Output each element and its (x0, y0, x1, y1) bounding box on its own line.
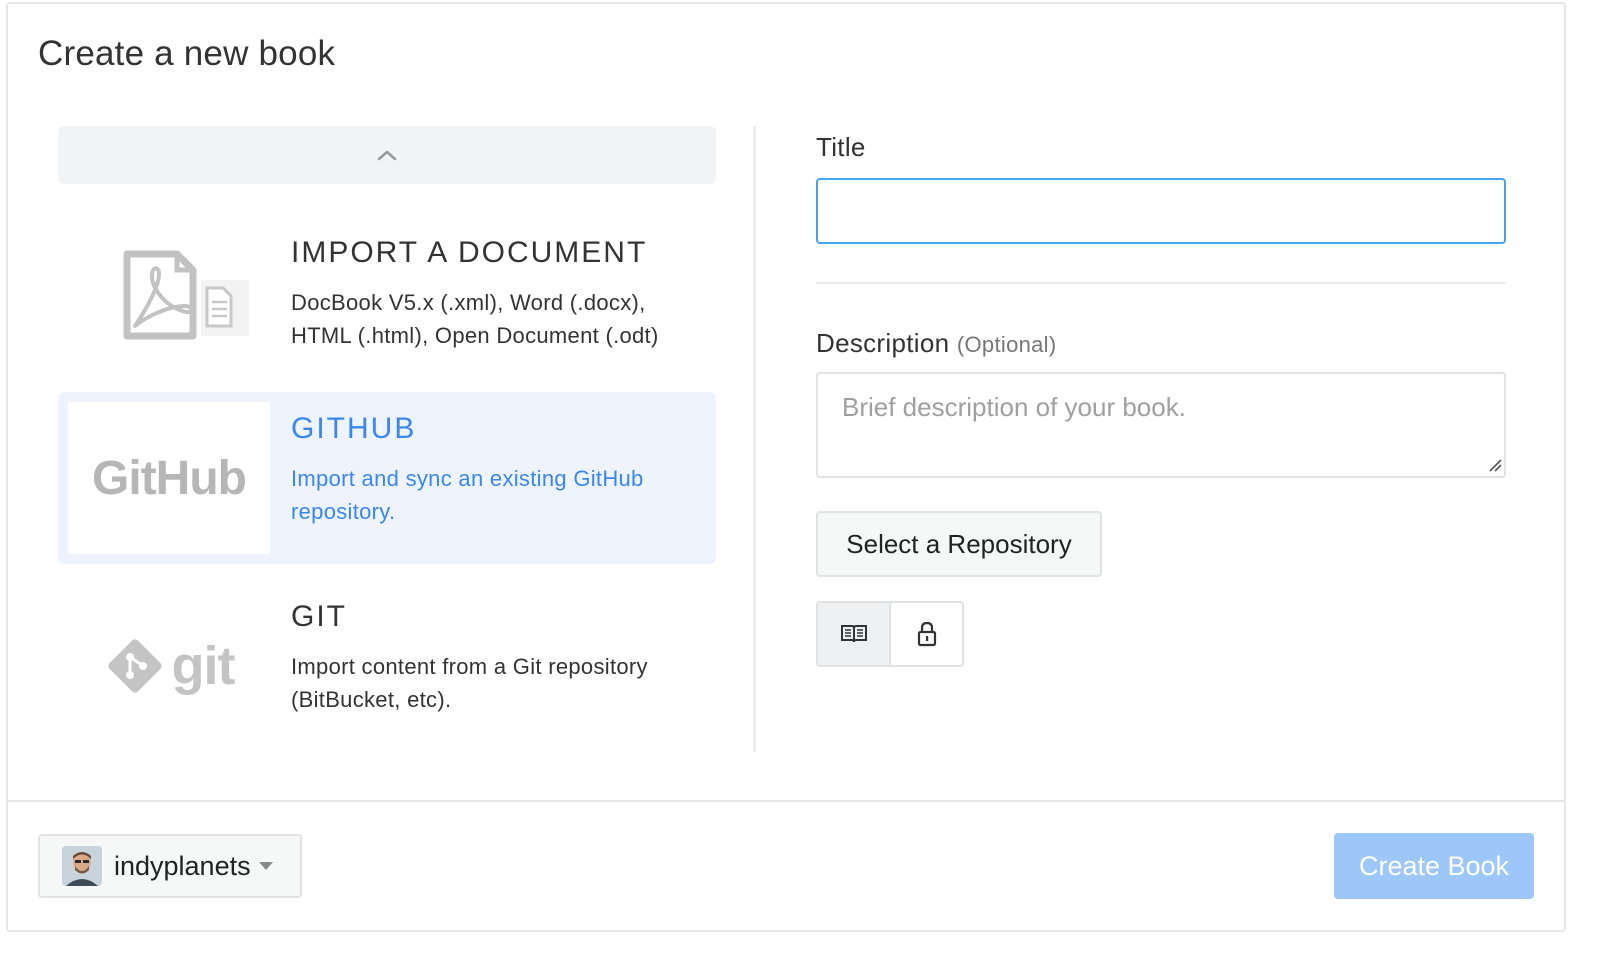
footer-divider (8, 800, 1564, 802)
option-description: DocBook V5.x (.xml), Word (.docx), HTML … (291, 290, 659, 348)
create-book-button[interactable]: Create Book (1334, 833, 1534, 899)
option-description: Import and sync an existing GitHub repos… (291, 466, 644, 524)
owner-name: indyplanets (114, 850, 251, 881)
private-toggle[interactable] (891, 603, 962, 665)
resize-grip-icon[interactable] (1488, 458, 1502, 472)
avatar (62, 846, 102, 886)
import-source-list: IMPORT A DOCUMENT DocBook V5.x (.xml), W… (58, 126, 718, 712)
visibility-toggle (816, 601, 964, 667)
import-option-document[interactable]: IMPORT A DOCUMENT DocBook V5.x (.xml), W… (58, 210, 716, 382)
description-label-text: Description (816, 328, 950, 358)
option-title: IMPORT A DOCUMENT (291, 236, 648, 269)
chevron-up-icon (377, 150, 397, 161)
form-divider (816, 282, 1506, 284)
option-description: Import content from a Git repository (Bi… (291, 654, 648, 712)
option-title: GIT (291, 600, 347, 633)
pdf-document-icon (123, 250, 249, 340)
description-label: Description (Optional) (816, 328, 1056, 359)
title-input[interactable] (816, 178, 1506, 244)
import-option-git[interactable]: git GIT Import content from a Git reposi… (58, 580, 716, 752)
lock-icon (917, 621, 936, 647)
github-logo-text: GitHub (92, 451, 247, 505)
optional-hint: (Optional) (956, 332, 1057, 357)
title-label-text: Title (816, 132, 866, 162)
public-toggle[interactable] (818, 603, 889, 665)
title-label: Title (816, 132, 866, 163)
github-logo: GitHub (68, 402, 270, 554)
scroll-up-button[interactable] (58, 126, 716, 184)
modal-title: Create a new book (38, 34, 336, 73)
git-diamond-icon (107, 639, 162, 693)
option-title: GITHUB (291, 412, 417, 445)
description-textarea[interactable] (816, 372, 1506, 478)
git-logo-text: git (171, 636, 236, 696)
import-option-github[interactable]: GitHub GITHUB Import and sync an existin… (58, 392, 716, 564)
git-logo: git (68, 590, 270, 742)
owner-dropdown[interactable]: indyplanets (38, 834, 302, 898)
book-icon (840, 625, 867, 643)
select-repository-button[interactable]: Select a Repository (816, 511, 1102, 577)
column-divider (753, 126, 756, 752)
document-thumbnail (68, 220, 270, 372)
caret-down-icon (258, 862, 273, 870)
